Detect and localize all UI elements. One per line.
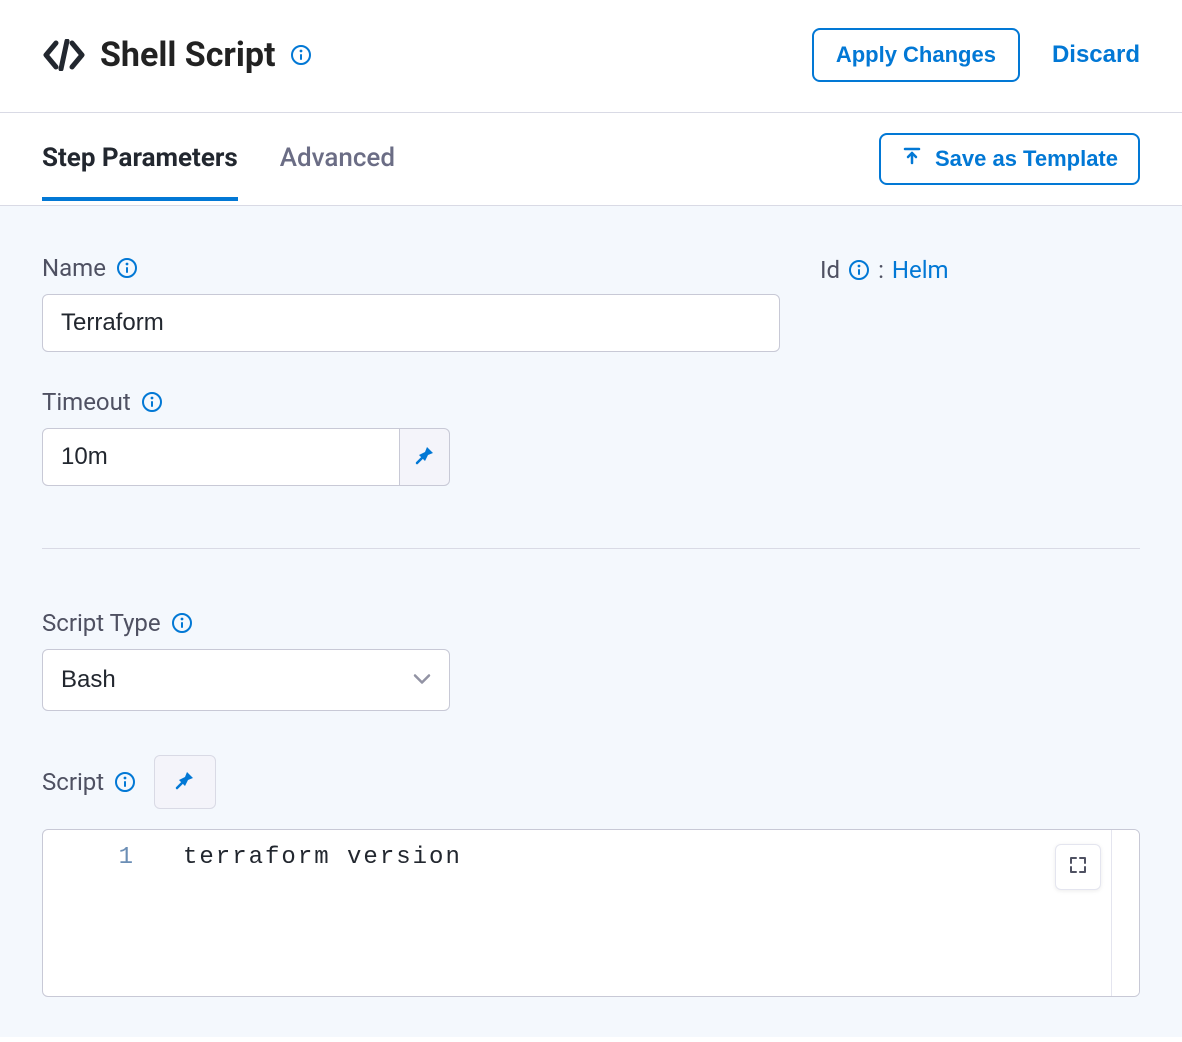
script-type-select[interactable] [42, 649, 450, 711]
save-as-template-button[interactable]: Save as Template [879, 133, 1140, 185]
header-actions: Apply Changes Discard [812, 28, 1140, 82]
name-field: Name [42, 254, 780, 352]
tab-step-parameters[interactable]: Step Parameters [42, 119, 238, 201]
script-label-inner: Script [42, 768, 136, 796]
upload-icon [901, 145, 923, 173]
tabs-row: Step Parameters Advanced Save as Templat… [0, 113, 1182, 206]
id-display: Id : Helm [820, 254, 949, 284]
id-label: Id [820, 256, 840, 284]
script-editor[interactable]: 1 terraform version [42, 829, 1140, 997]
pin-icon [414, 444, 436, 470]
save-as-template-label: Save as Template [935, 146, 1118, 172]
info-icon[interactable] [848, 259, 870, 281]
name-input[interactable] [42, 294, 780, 352]
tabs: Step Parameters Advanced [42, 119, 395, 200]
script-label-row: Script [42, 755, 1140, 809]
editor-gutter: 1 [43, 830, 153, 996]
form-panel: Name Id : Helm Timeout [0, 206, 1182, 1037]
name-label-row: Name [42, 254, 780, 282]
apply-changes-button[interactable]: Apply Changes [812, 28, 1020, 82]
name-label: Name [42, 254, 106, 282]
section-divider [42, 548, 1140, 549]
info-icon[interactable] [290, 44, 312, 66]
info-icon[interactable] [116, 257, 138, 279]
id-separator: : [878, 256, 884, 284]
panel-header: Shell Script Apply Changes Discard [0, 0, 1182, 113]
timeout-field: Timeout [42, 388, 1140, 486]
script-type-label: Script Type [42, 609, 161, 637]
page-title: Shell Script [100, 35, 276, 75]
id-value-link[interactable]: Helm [892, 256, 949, 284]
tab-advanced[interactable]: Advanced [280, 119, 395, 201]
name-id-row: Name Id : Helm [42, 254, 1140, 352]
info-icon[interactable] [171, 612, 193, 634]
timeout-label-row: Timeout [42, 388, 1140, 416]
editor-scrollbar[interactable] [1111, 830, 1139, 996]
timeout-input[interactable] [42, 428, 400, 486]
pin-icon [174, 769, 196, 795]
info-icon[interactable] [114, 771, 136, 793]
editor-content[interactable]: terraform version [153, 830, 1111, 996]
header-left: Shell Script [42, 35, 312, 75]
pin-button[interactable] [154, 755, 216, 809]
script-label: Script [42, 768, 104, 796]
script-type-field: Script Type [42, 609, 1140, 711]
discard-button[interactable]: Discard [1052, 41, 1140, 69]
script-type-select-wrap [42, 649, 450, 711]
pin-button[interactable] [400, 428, 450, 486]
info-icon[interactable] [141, 391, 163, 413]
expand-icon [1068, 855, 1088, 879]
expand-button[interactable] [1055, 844, 1101, 890]
code-icon [42, 39, 86, 71]
timeout-input-group [42, 428, 1140, 486]
line-number: 1 [43, 844, 133, 871]
timeout-label: Timeout [42, 388, 131, 416]
script-type-label-row: Script Type [42, 609, 1140, 637]
